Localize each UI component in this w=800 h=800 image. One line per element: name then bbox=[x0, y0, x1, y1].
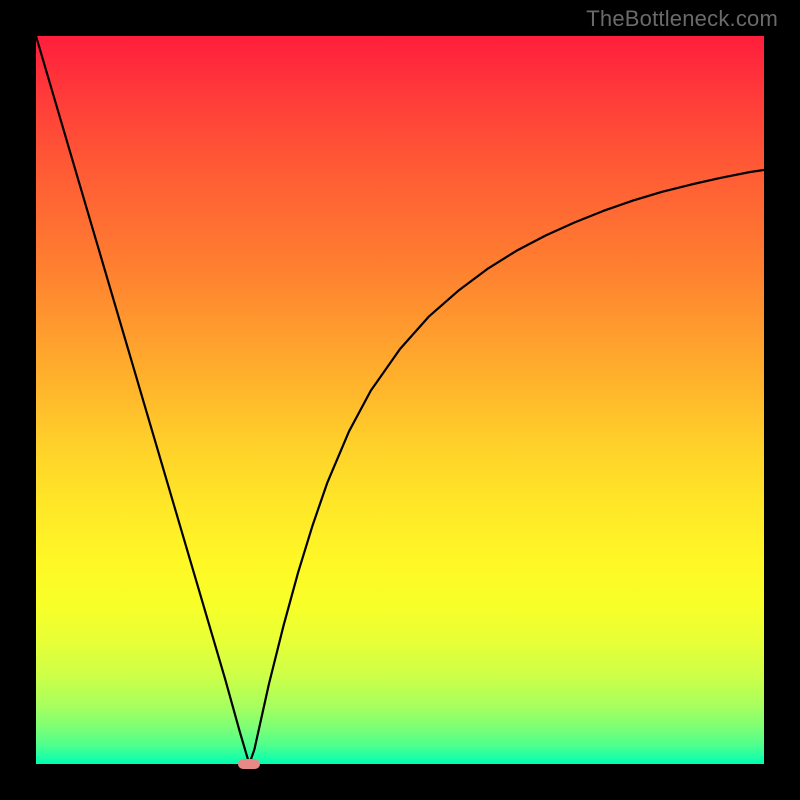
watermark-text: TheBottleneck.com bbox=[586, 6, 778, 32]
chart-plot-area bbox=[36, 36, 764, 764]
minimum-marker bbox=[238, 759, 260, 769]
bottleneck-curve-line bbox=[36, 36, 764, 764]
chart-curve-svg bbox=[36, 36, 764, 764]
